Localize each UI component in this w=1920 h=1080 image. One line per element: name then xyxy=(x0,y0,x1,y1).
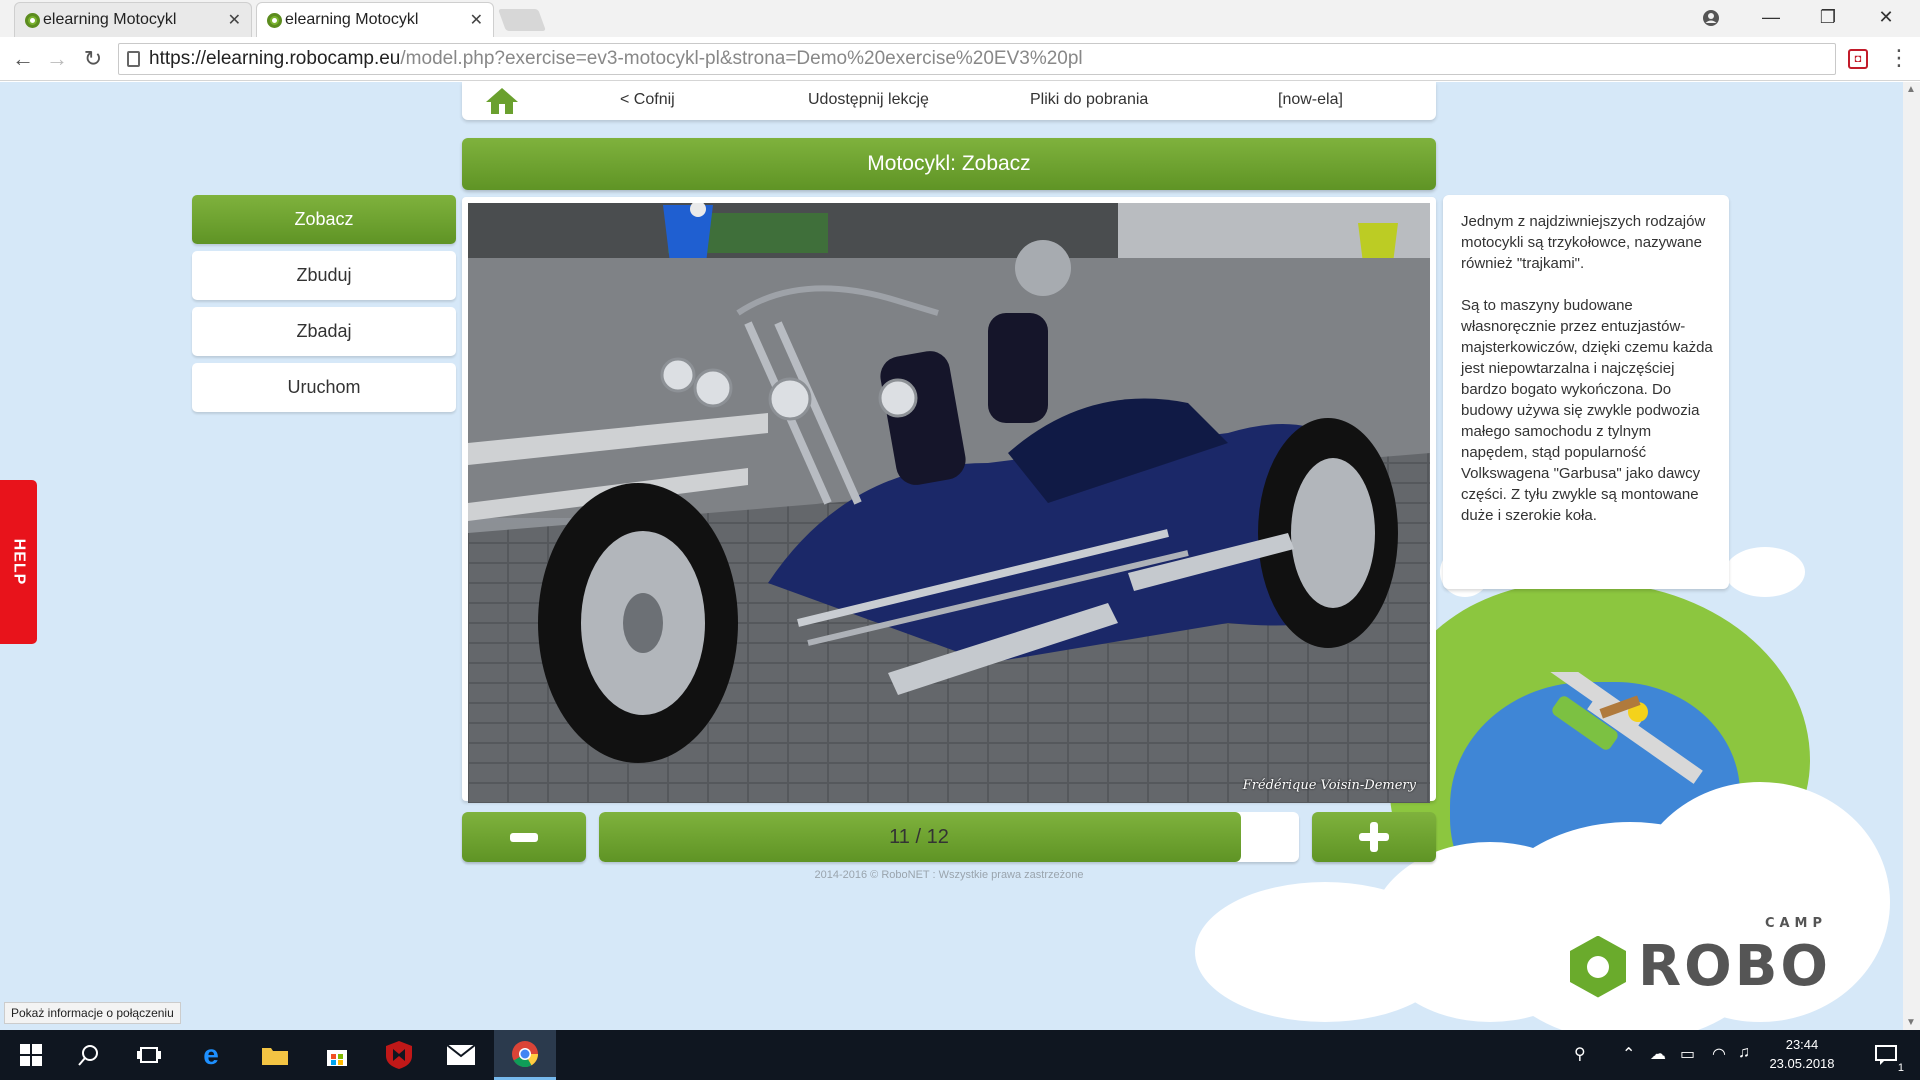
minus-icon xyxy=(510,832,538,842)
page-viewport: CAMP ROBO < Cofnij Udostępnij lekcję Pli… xyxy=(0,82,1920,1030)
mail-icon[interactable] xyxy=(430,1030,492,1080)
store-icon[interactable] xyxy=(306,1030,368,1080)
description-panel: Jednym z najdziwniejszych rodzajów motoc… xyxy=(1443,195,1729,589)
trike-motorcycle-photo: Frédérique Voisin-Demery xyxy=(468,203,1430,803)
lego-biplane-icon xyxy=(1536,672,1703,784)
description-paragraph: Jednym z najdziwniejszych rodzajów motoc… xyxy=(1461,213,1706,272)
extension-shield-icon[interactable]: ◘ xyxy=(1848,49,1868,69)
back-link[interactable]: < Cofnij xyxy=(620,91,675,109)
robocamp-favicon-icon xyxy=(267,13,282,28)
battery-icon[interactable]: ▭ xyxy=(1680,1044,1695,1064)
file-explorer-icon[interactable] xyxy=(244,1030,306,1080)
previous-slide-button[interactable] xyxy=(462,812,586,862)
windows-taskbar: e ⚲ ⌃ ☁ ▭ ◠ ♫ 23:44 23.05.2018 1 xyxy=(0,1030,1920,1080)
mcafee-icon[interactable] xyxy=(368,1030,430,1080)
slide-pager: 11 / 12 xyxy=(462,812,1436,864)
edge-browser-icon[interactable]: e xyxy=(180,1030,242,1080)
side-menu: Zobacz Zbuduj Zbadaj Uruchom xyxy=(192,195,456,419)
windows-start-icon[interactable] xyxy=(0,1030,62,1080)
back-arrow-icon[interactable]: ← xyxy=(8,45,38,73)
connection-info-tooltip: Pokaż informacje o połączeniu xyxy=(4,1002,181,1024)
tab-title: elearning Motocykl xyxy=(43,11,177,28)
robocamp-logo: CAMP ROBO xyxy=(1570,916,1832,999)
photo-credit: Frédérique Voisin-Demery xyxy=(1242,778,1416,793)
browser-tab[interactable]: elearning Motocykl ✕ xyxy=(14,2,252,37)
robocamp-hexagon-icon xyxy=(1570,935,1626,998)
maximize-button[interactable]: ❐ xyxy=(1800,0,1856,35)
slide-counter: 11 / 12 xyxy=(889,825,949,848)
profile-icon[interactable] xyxy=(1683,0,1739,35)
minimize-button[interactable]: — xyxy=(1743,0,1799,35)
side-menu-zbadaj[interactable]: Zbadaj xyxy=(192,307,456,356)
page-info-icon[interactable] xyxy=(127,51,140,67)
logo-wordmark: CAMP ROBO xyxy=(1638,916,1832,999)
close-tab-icon[interactable]: ✕ xyxy=(470,10,483,30)
browser-menu-icon[interactable]: ⋮ xyxy=(1888,45,1910,71)
close-tab-icon[interactable]: ✕ xyxy=(228,10,241,30)
user-link[interactable]: [now-ela] xyxy=(1278,91,1343,109)
search-icon[interactable] xyxy=(58,1030,120,1080)
side-menu-uruchom[interactable]: Uruchom xyxy=(192,363,456,412)
browser-tab-active[interactable]: elearning Motocykl ✕ xyxy=(256,2,494,37)
action-center-icon[interactable]: 1 xyxy=(1856,1030,1916,1080)
robocamp-favicon-icon xyxy=(25,13,40,28)
help-tab[interactable]: HELP xyxy=(0,480,37,644)
copyright-footer: 2014-2016 © RoboNET : Wszystkie prawa za… xyxy=(814,869,1084,881)
tab-title: elearning Motocykl xyxy=(285,11,419,28)
lesson-title: Motocykl: Zobacz xyxy=(462,138,1436,190)
volume-icon[interactable]: ♫ xyxy=(1738,1044,1750,1062)
side-menu-zbuduj[interactable]: Zbuduj xyxy=(192,251,456,300)
close-window-button[interactable]: ✕ xyxy=(1858,0,1914,35)
url-host: https://elearning.robocamp.eu xyxy=(149,48,401,69)
browser-titlebar: elearning Motocykl ✕ elearning Motocykl … xyxy=(0,0,1920,37)
wifi-icon[interactable]: ◠ xyxy=(1712,1044,1726,1064)
logo-sub: CAMP xyxy=(1764,916,1828,931)
notification-count: 1 xyxy=(1897,1062,1904,1074)
share-lesson-link[interactable]: Udostępnij lekcję xyxy=(808,91,929,109)
description-paragraph: Są to maszyny budowane własnoręcznie prz… xyxy=(1461,297,1713,524)
forward-arrow-icon[interactable]: → xyxy=(42,45,72,73)
photo-frame: Frédérique Voisin-Demery xyxy=(462,197,1436,803)
scroll-up-icon[interactable]: ▲ xyxy=(1906,84,1916,95)
taskbar-clock[interactable]: 23:44 23.05.2018 xyxy=(1762,1035,1842,1073)
address-bar[interactable]: https://elearning.robocamp.eu/model.php?… xyxy=(118,43,1836,75)
url-path: /model.php?exercise=ev3-motocykl-pl&stro… xyxy=(400,48,1083,69)
chrome-icon[interactable] xyxy=(494,1030,556,1080)
lesson-top-nav: < Cofnij Udostępnij lekcję Pliki do pobr… xyxy=(462,82,1436,120)
reload-icon[interactable]: ↻ xyxy=(78,45,108,73)
next-slide-button[interactable] xyxy=(1312,812,1436,862)
downloads-link[interactable]: Pliki do pobrania xyxy=(1030,91,1148,109)
onedrive-cloud-icon[interactable]: ☁ xyxy=(1650,1044,1666,1064)
new-tab-button[interactable] xyxy=(497,9,547,31)
people-icon[interactable]: ⚲ xyxy=(1574,1044,1586,1064)
show-hidden-icons-chevron[interactable]: ⌃ xyxy=(1622,1044,1635,1064)
side-menu-zobacz[interactable]: Zobacz xyxy=(192,195,456,244)
scroll-down-icon[interactable]: ▼ xyxy=(1906,1017,1916,1028)
browser-toolbar: ← → ↻ https://elearning.robocamp.eu/mode… xyxy=(0,37,1920,81)
clock-time: 23:44 xyxy=(1785,1037,1819,1052)
home-icon[interactable] xyxy=(484,86,520,116)
logo-main: ROBO xyxy=(1638,934,1832,999)
background-cloud xyxy=(1725,547,1805,597)
help-label: HELP xyxy=(10,538,28,586)
plus-icon xyxy=(1359,822,1389,852)
page-scrollbar[interactable]: ▲ ▼ xyxy=(1903,82,1920,1030)
task-view-icon[interactable] xyxy=(118,1030,180,1080)
clock-date: 23.05.2018 xyxy=(1769,1056,1835,1071)
slide-progress-bar: 11 / 12 xyxy=(599,812,1299,862)
